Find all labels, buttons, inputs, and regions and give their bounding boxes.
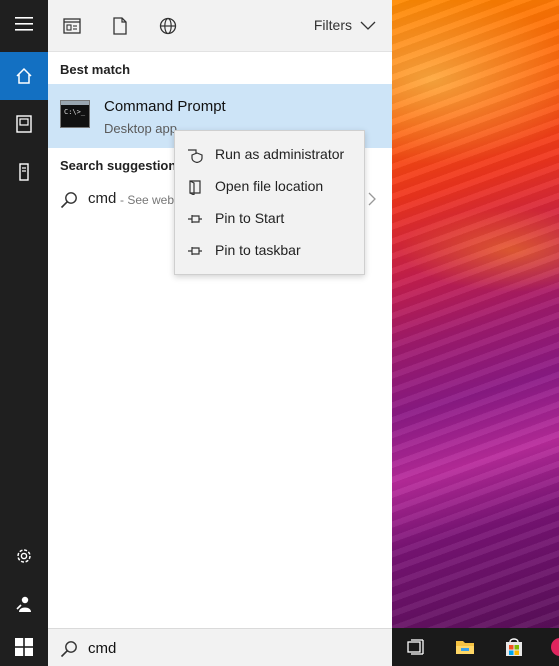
search-box (48, 628, 392, 666)
tower-icon (19, 163, 29, 181)
settings-button[interactable] (0, 532, 48, 580)
best-match-heading: Best match (60, 62, 131, 77)
app-icon (551, 638, 559, 656)
pinned-app-button[interactable] (549, 637, 559, 657)
settings-icon (17, 549, 31, 563)
context-menu: Run as administrator Open file location … (174, 130, 365, 275)
result-title: Command Prompt (104, 98, 226, 115)
menu-item-label: Pin to Start (215, 210, 285, 226)
search-input[interactable] (88, 635, 378, 661)
task-view-button[interactable] (406, 637, 426, 657)
menu-button[interactable] (0, 0, 48, 48)
documents-button[interactable] (0, 100, 48, 148)
apps-icon (63, 18, 81, 34)
documents-filter-button[interactable] (110, 16, 130, 36)
pin-icon (187, 211, 203, 227)
task-view-icon (407, 639, 424, 655)
chevron-down-icon (360, 21, 376, 30)
apps-filter-button[interactable] (62, 16, 82, 36)
suggestion-text: cmd (88, 190, 117, 207)
store-icon (506, 638, 522, 656)
shield-icon (187, 147, 203, 164)
documents-icon (16, 115, 32, 133)
menu-item-run-as-administrator[interactable]: Run as administrator (175, 139, 364, 171)
web-icon (159, 17, 177, 35)
menu-item-label: Pin to taskbar (215, 242, 301, 258)
search-icon (60, 191, 78, 214)
command-prompt-icon: C:\>_ (60, 100, 90, 128)
user-button[interactable] (0, 580, 48, 628)
menu-item-pin-to-taskbar[interactable]: Pin to taskbar (175, 235, 364, 267)
search-panel: Filters Best match C:\>_ Command Prompt … (48, 0, 392, 628)
folder-icon (187, 179, 203, 196)
menu-item-label: Run as administrator (215, 146, 345, 162)
home-button[interactable] (0, 52, 48, 100)
hamburger-icon (15, 17, 33, 31)
windows-logo-icon (15, 638, 33, 656)
home-icon (16, 67, 32, 84)
result-subtitle: Desktop app (104, 121, 177, 136)
user-icon (16, 596, 31, 612)
filters-label: Filters (313, 17, 352, 33)
filters-dropdown[interactable]: Filters (314, 17, 376, 33)
taskbar (392, 628, 559, 666)
chevron-right-icon[interactable] (368, 192, 376, 211)
store-button[interactable] (504, 637, 524, 657)
file-explorer-icon (456, 641, 474, 654)
web-filter-button[interactable] (158, 16, 178, 36)
documents-icon (113, 17, 127, 35)
suggestions-heading: Search suggestions (60, 158, 184, 173)
menu-item-open-file-location[interactable]: Open file location (175, 171, 364, 203)
pin-icon (187, 243, 203, 259)
menu-item-label: Open file location (215, 178, 324, 194)
file-explorer-button[interactable] (455, 637, 475, 657)
menu-item-pin-to-start[interactable]: Pin to Start (175, 203, 364, 235)
start-sidebar (0, 0, 48, 628)
desktop-wallpaper (392, 0, 559, 628)
search-toolbar: Filters (48, 0, 392, 52)
devices-button[interactable] (0, 148, 48, 196)
search-icon (60, 640, 78, 663)
start-button[interactable] (0, 628, 48, 666)
